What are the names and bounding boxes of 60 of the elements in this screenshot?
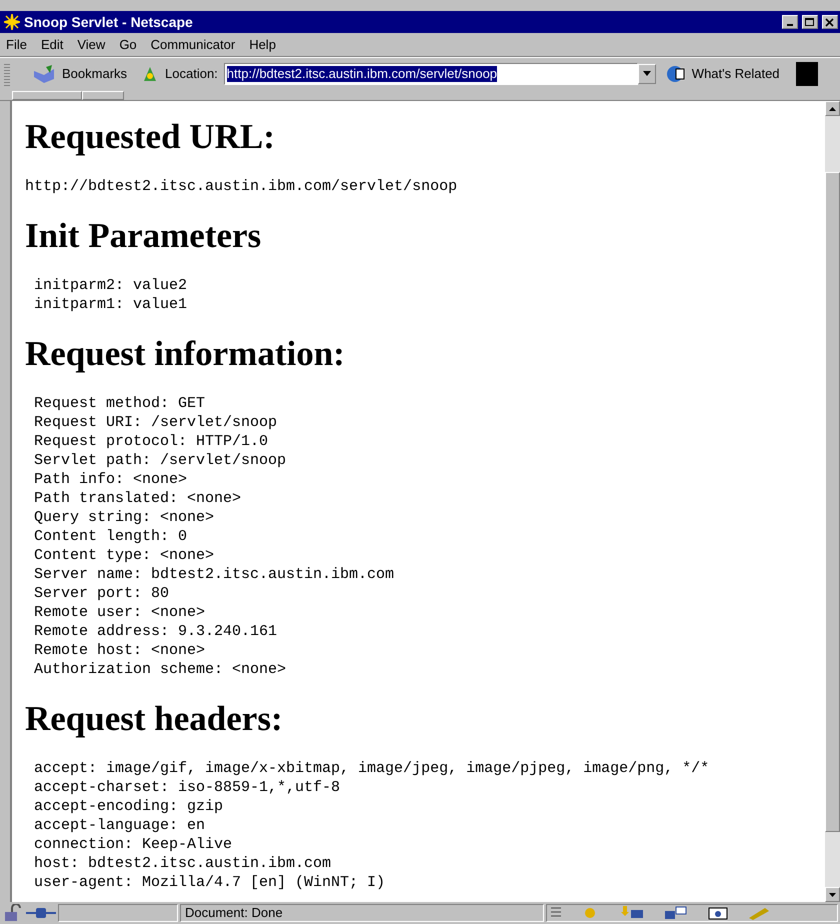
- info-line: Remote user: <none>: [33, 603, 206, 622]
- info-line: accept: image/gif, image/x-xbitmap, image/jpeg, image/pjpeg, image/png, */*: [33, 759, 710, 778]
- plug-icon: [26, 906, 56, 920]
- caret-icon: [642, 71, 651, 76]
- info-line: connection: Keep-Alive: [33, 835, 234, 854]
- info-line: host: bdtest2.itsc.austin.ibm.com: [33, 854, 332, 873]
- bookmarks-button[interactable]: Bookmarks: [32, 64, 128, 84]
- menu-item[interactable]: View: [77, 34, 106, 54]
- close-button[interactable]: [822, 15, 838, 29]
- info-line: Path info: <none>: [33, 470, 188, 489]
- info-line: initparm1: value1: [33, 295, 188, 314]
- up-arrow-icon: [829, 106, 836, 110]
- info-line: user-agent: Mozilla/4.7 [en] (WinNT; I): [33, 873, 386, 892]
- info-line: Content length: 0: [33, 527, 188, 546]
- info-line: initparm2: value2: [33, 276, 188, 295]
- status-text: Document: Done: [185, 904, 283, 922]
- location-field[interactable]: http://bdtest2.itsc.austin.ibm.com/servlet/snoop: [224, 62, 638, 84]
- section-heading: Init Parameters: [25, 216, 262, 256]
- info-line: Server name: bdtest2.itsc.austin.ibm.com: [33, 565, 396, 584]
- scroll-up-button[interactable]: [825, 101, 840, 116]
- section-heading: Request headers:: [25, 699, 284, 739]
- menu-item[interactable]: File: [6, 34, 27, 54]
- info-line: accept-language: en: [33, 816, 206, 835]
- lock-icon: [2, 904, 24, 922]
- dropdown-button[interactable]: [638, 64, 656, 84]
- scroll-down-button[interactable]: [825, 887, 840, 902]
- info-line: Server port: 80: [33, 584, 170, 603]
- menu-item[interactable]: Go: [119, 34, 137, 54]
- info-line: Content type: <none>: [33, 546, 216, 565]
- info-line: accept-encoding: gzip: [33, 797, 224, 816]
- section-heading: Requested URL:: [25, 117, 276, 157]
- info-line: accept-charset: iso-8859-1,*,utf-8: [33, 778, 342, 797]
- info-line: Remote host: <none>: [33, 641, 206, 660]
- info-line: Path translated: <none>: [33, 489, 242, 508]
- info-line: Authorization scheme: <none>: [33, 660, 288, 679]
- section-heading: Request information:: [25, 334, 346, 374]
- info-line: Remote address: 9.3.240.161: [33, 622, 278, 641]
- info-line: Request protocol: HTTP/1.0: [33, 432, 270, 451]
- location-label: Location:: [165, 64, 218, 83]
- info-line: Servlet path: /servlet/snoop: [33, 451, 288, 470]
- info-line: Request URI: /servlet/snoop: [33, 413, 278, 432]
- address-card-icon[interactable]: [707, 906, 729, 920]
- menu-item[interactable]: Communicator: [150, 34, 236, 54]
- window-title: Snoop Servlet - Netscape: [24, 12, 193, 32]
- whats-related-button[interactable]: What's Related: [666, 64, 780, 84]
- menu-item[interactable]: Edit: [40, 34, 64, 54]
- info-line: http://bdtest2.itsc.austin.ibm.com/servlet/snoop: [25, 177, 458, 196]
- collapsed-toolbar-tab[interactable]: [82, 91, 124, 100]
- down-arrow-icon: [829, 892, 836, 896]
- inbox-icon[interactable]: [619, 906, 645, 920]
- minimize-icon: [787, 24, 793, 26]
- collapsed-toolbar-tab[interactable]: [12, 91, 82, 100]
- info-line: Query string: <none>: [33, 508, 216, 527]
- maximize-button[interactable]: [802, 15, 818, 29]
- chat-icon[interactable]: [663, 906, 689, 920]
- info-line: Request method: GET: [33, 394, 206, 413]
- maximize-icon: [805, 18, 815, 26]
- minimize-button[interactable]: [782, 15, 798, 29]
- menu-item[interactable]: Help: [249, 34, 276, 54]
- close-icon: [825, 18, 835, 26]
